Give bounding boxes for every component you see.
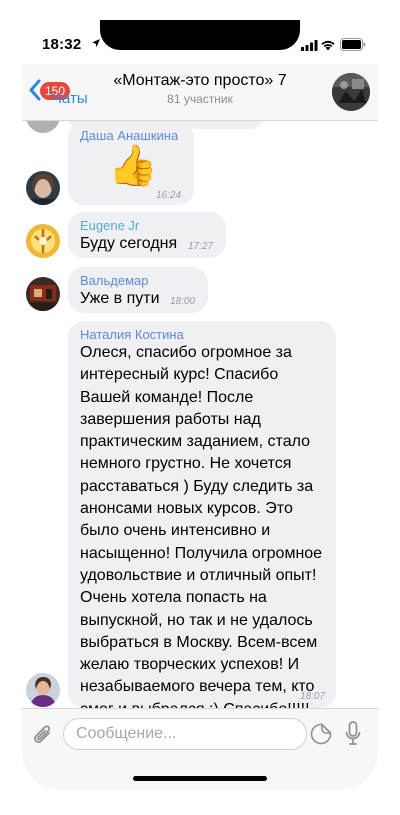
message-line: Олеся, спасибо огромное за bbox=[80, 344, 292, 361]
avatar-photo bbox=[26, 224, 60, 258]
message-line: немного грустно. Не хочется bbox=[80, 455, 292, 473]
message-bubble[interactable]: Даша Анашкина 👍 16:24 bbox=[68, 122, 194, 205]
message-bubble[interactable]: Eugene Jr Буду сегодня 17:27 bbox=[68, 212, 226, 258]
status-time: 18:32 bbox=[42, 36, 82, 53]
message-line: насыщенно! Получила огромное bbox=[80, 544, 323, 562]
message-line: было очень интенсивно и bbox=[80, 522, 271, 540]
sender-avatar-previous[interactable] bbox=[26, 121, 60, 133]
chat-title: «Монтаж-это просто» 7 bbox=[113, 72, 287, 89]
message-line: анонсами новых курсов. Это bbox=[80, 500, 293, 518]
group-avatar-image bbox=[332, 73, 370, 111]
battery-icon bbox=[340, 38, 366, 51]
sender-name: Даша Анашкина bbox=[80, 128, 179, 143]
message-line: желаю творческих успехов! И bbox=[80, 656, 300, 674]
sender-name: Eugene Jr bbox=[80, 218, 140, 233]
avatar-photo bbox=[26, 277, 60, 311]
message-line: Вашей команде! После bbox=[80, 388, 254, 406]
avatar-photo bbox=[26, 673, 60, 707]
message-time: 18:00 bbox=[170, 296, 196, 307]
sender-avatar[interactable] bbox=[26, 224, 60, 258]
paperclip-icon[interactable] bbox=[32, 723, 54, 747]
sender-name: Вальдемар bbox=[80, 273, 149, 288]
message-line: расставаться ) Буду следить за bbox=[80, 477, 314, 495]
status-bar: 18:32 bbox=[22, 20, 378, 64]
avatar-photo bbox=[26, 171, 60, 205]
chat-title-area[interactable]: «Монтаж-это просто» 7 81 участник bbox=[100, 72, 300, 106]
message-line: смог и выбрался :) Спасибо!!!!! bbox=[80, 699, 322, 708]
sender-avatar[interactable] bbox=[26, 673, 60, 707]
message-text: Уже в пути bbox=[80, 290, 160, 307]
message-bubble[interactable]: Наталия Костина Олеся, спасибо огромное … bbox=[68, 321, 336, 708]
message-line: Очень хотела попасть на bbox=[80, 589, 267, 607]
group-avatar[interactable] bbox=[332, 73, 370, 111]
wifi-icon bbox=[321, 40, 335, 51]
message-line: завершения работы над bbox=[80, 410, 261, 428]
message-bubble[interactable]: Вальдемар Уже в пути 18:00 bbox=[68, 267, 208, 313]
message-line: интересный курс! Спасибо bbox=[80, 366, 279, 384]
sticker-icon[interactable] bbox=[310, 723, 332, 745]
chat-subtitle: 81 участник bbox=[167, 92, 233, 106]
message-time: 16:24 bbox=[156, 190, 182, 201]
message-line: удовольствие и отличный опыт! bbox=[80, 566, 317, 584]
message-time: 17:27 bbox=[188, 241, 214, 252]
phone-screen: 18:32 150 Чаты «Монтаж-это просто» 7 81 … bbox=[22, 20, 378, 790]
microphone-icon[interactable] bbox=[345, 721, 361, 747]
message-input-field[interactable] bbox=[63, 718, 332, 750]
location-arrow-icon bbox=[92, 39, 100, 47]
home-indicator[interactable] bbox=[133, 776, 267, 781]
message-line: выбраться в Москву. Всем-всем bbox=[80, 633, 318, 651]
cellular-signal-icon bbox=[301, 40, 318, 51]
notch bbox=[100, 20, 300, 50]
sender-avatar[interactable] bbox=[26, 171, 60, 205]
sender-name: Наталия Костина bbox=[80, 327, 184, 342]
chat-header: 150 Чаты «Монтаж-это просто» 7 81 участн… bbox=[22, 64, 378, 121]
thumbs-up-emoji: 👍 bbox=[108, 144, 158, 188]
message-text: Олеся, спасибо огромное за интересный ку… bbox=[80, 342, 322, 708]
message-list: Даша Анашкина 👍 16:24 Eugene Jr Буду сег… bbox=[22, 121, 378, 708]
message-time: 18:07 bbox=[300, 691, 326, 702]
back-label: Чаты bbox=[52, 90, 88, 107]
sender-avatar[interactable] bbox=[26, 277, 60, 311]
message-line: практическим заданием, стало bbox=[80, 433, 311, 451]
message-text: Буду сегодня bbox=[80, 235, 178, 252]
message-line: выпускной, но так и не удалось bbox=[80, 611, 313, 629]
message-input[interactable] bbox=[76, 724, 276, 744]
message-line: незабываемого вечера тем, кто bbox=[80, 678, 315, 696]
